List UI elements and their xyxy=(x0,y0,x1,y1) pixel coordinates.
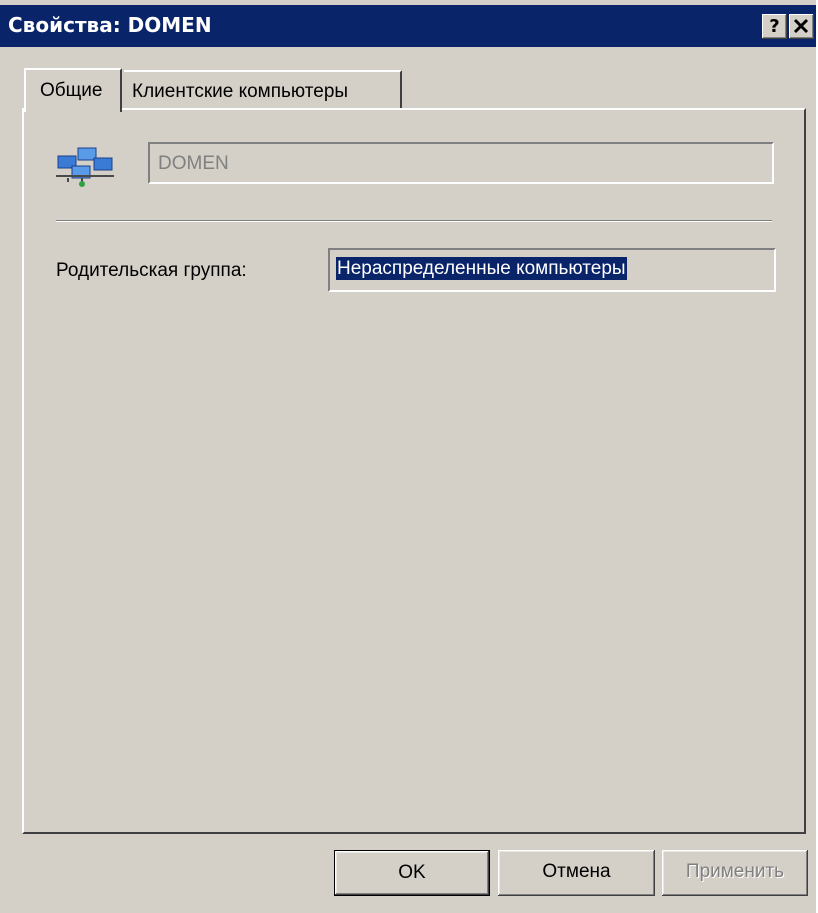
cancel-button[interactable]: Отмена xyxy=(498,850,655,896)
ok-button[interactable]: OK xyxy=(334,850,490,896)
tab-general-label: Общие xyxy=(40,80,103,101)
close-button[interactable] xyxy=(789,14,814,39)
tab-panel-general xyxy=(22,108,806,834)
network-group-icon xyxy=(56,147,114,187)
tab-client-computers[interactable]: Клиентские компьютеры xyxy=(124,70,402,108)
tab-general[interactable]: Общие xyxy=(24,68,122,112)
parent-group-field[interactable]: Нераспределенные компьютеры xyxy=(328,248,776,292)
window-title: Свойства: DOMEN xyxy=(8,13,212,37)
group-name-field: DOMEN xyxy=(148,142,774,184)
help-button[interactable]: ? xyxy=(762,14,787,39)
tab-client-computers-label: Клиентские компьютеры xyxy=(132,81,349,102)
close-icon xyxy=(793,18,809,34)
parent-group-value: Нераспределенные компьютеры xyxy=(336,257,627,280)
title-bar[interactable]: Свойства: DOMEN ? xyxy=(0,5,816,47)
properties-dialog: Свойства: DOMEN ? Общие Клиентские компь… xyxy=(0,0,816,913)
parent-group-label: Родительская группа: xyxy=(56,260,247,281)
apply-button[interactable]: Применить xyxy=(662,850,808,896)
separator xyxy=(56,220,772,222)
